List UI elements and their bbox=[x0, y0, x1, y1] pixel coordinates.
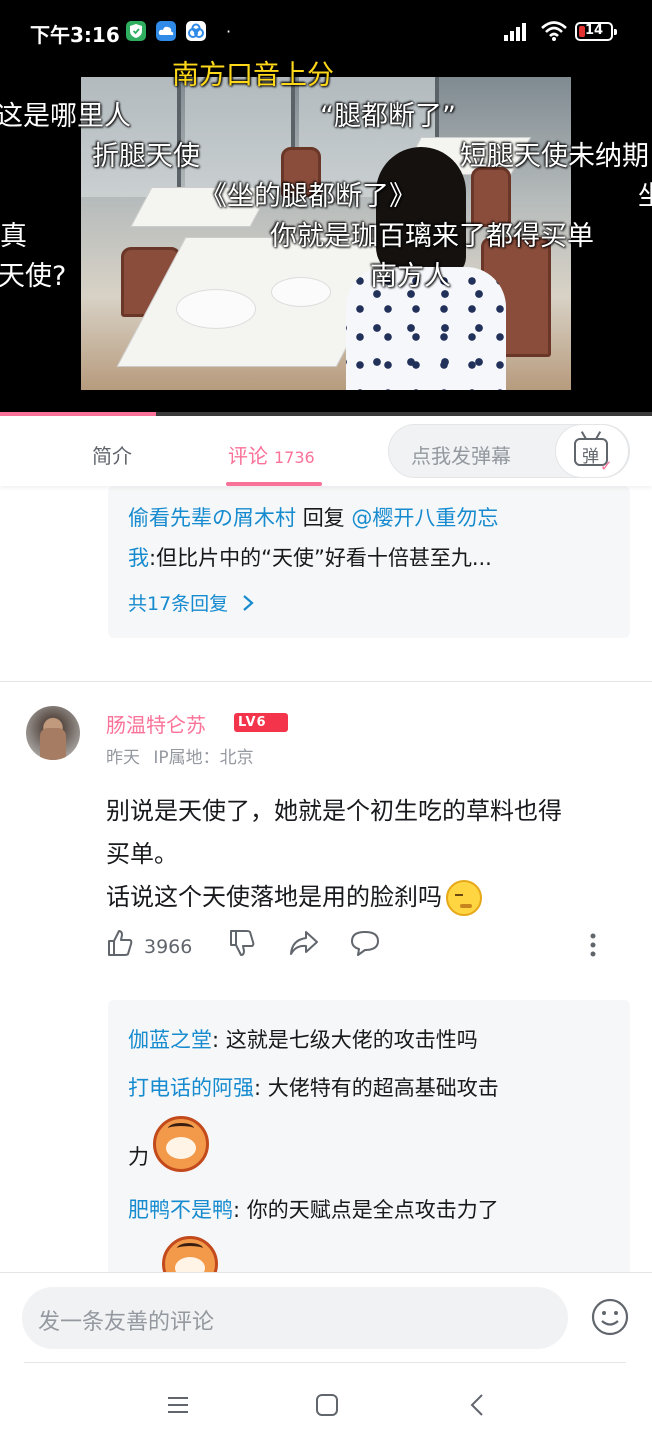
comment-input-bar: 发一条友善的评论 bbox=[0, 1272, 652, 1362]
comment-text-line: 话说这个天使落地是用的脸刹吗 bbox=[106, 876, 626, 919]
danmaku-input-placeholder: 点我发弹幕 bbox=[411, 444, 511, 468]
status-time: 下午3:16 bbox=[30, 23, 120, 47]
reply-text: :但比片中的“天使”好看十倍甚至九... bbox=[149, 546, 492, 570]
reply-item: 打电话的阿强: 大佬特有的超高基础攻击 bbox=[128, 1072, 499, 1102]
share-button[interactable] bbox=[288, 928, 320, 962]
link-app-icon bbox=[186, 21, 206, 41]
reply-preview-box[interactable]: 偷看先辈の屑木村 回复 @樱开八重勿忘 我:但比片中的“天使”好看十倍甚至九..… bbox=[108, 486, 630, 638]
danmaku-toggle-button[interactable]: 弹 ✓ bbox=[555, 424, 629, 478]
avatar[interactable] bbox=[26, 706, 80, 760]
comment-text-line: 买单。 bbox=[106, 840, 178, 868]
reply-text: : 你的天赋点是全点攻击力了 bbox=[233, 1198, 499, 1222]
thumbs-up-icon bbox=[108, 930, 133, 956]
comment-meta: 昨天 IP属地：北京 bbox=[106, 743, 254, 768]
more-options-button[interactable] bbox=[586, 932, 600, 964]
check-icon: ✓ bbox=[600, 457, 613, 475]
danmaku-comment: 你就是珈百璃来了都得买单 bbox=[270, 221, 594, 252]
comment-text: 别说是天使了，她就是个初生吃的草料也得 买单。 话说这个天使落地是用的脸刹吗 bbox=[106, 790, 626, 919]
tiger-sticker-icon bbox=[153, 1116, 209, 1172]
reply-text: : 大佬特有的超高基础攻击 bbox=[254, 1076, 499, 1100]
thumbs-down-icon bbox=[230, 930, 255, 956]
plate bbox=[176, 289, 256, 329]
smirk-emoji-icon bbox=[446, 880, 482, 916]
danmaku-comment: 天使? bbox=[0, 261, 67, 292]
comment-time: 昨天 bbox=[106, 748, 140, 768]
shield-app-icon bbox=[126, 21, 146, 41]
menu-icon bbox=[168, 1397, 188, 1413]
danmaku-comment: 真 bbox=[0, 221, 27, 252]
danmaku-comment: 短腿天使未纳期 bbox=[460, 141, 649, 172]
more-vertical-icon bbox=[590, 933, 596, 957]
signal-icon bbox=[504, 21, 532, 45]
reply-preview-box[interactable]: 伽蓝之堂: 这就是七级大佬的攻击性吗 打电话的阿强: 大佬特有的超高基础攻击 力… bbox=[108, 1000, 630, 1290]
comment-divider bbox=[0, 681, 652, 682]
danmaku-comment: 坐 bbox=[638, 181, 652, 212]
reply-word: 回复 bbox=[302, 506, 345, 530]
battery-icon: 14 bbox=[575, 22, 617, 41]
danmaku-comment: 南方口音上分 bbox=[172, 60, 334, 91]
reply-mention[interactable]: @樱开八重勿忘 bbox=[351, 506, 498, 530]
video-player[interactable]: 下午3:16 · 14 南方口音上分 这是哪里人 “腿都断了” 折腿天使 短腿天… bbox=[0, 0, 652, 416]
comment-bubble-icon bbox=[351, 931, 379, 956]
reply-line: 偷看先辈の屑木村 回复 @樱开八重勿忘 bbox=[128, 502, 498, 532]
reply-button[interactable] bbox=[350, 928, 380, 962]
more-replies-link[interactable]: 共17条回复 bbox=[128, 589, 256, 616]
back-button[interactable] bbox=[466, 1393, 490, 1421]
recent-apps-button[interactable] bbox=[166, 1393, 190, 1421]
like-count: 3966 bbox=[144, 936, 193, 958]
reply-username[interactable]: 我 bbox=[128, 546, 149, 570]
like-button[interactable] bbox=[106, 928, 134, 962]
comment-author[interactable]: 肠温特仑苏 bbox=[106, 709, 206, 738]
home-square-icon bbox=[316, 1394, 338, 1416]
status-dot: · bbox=[226, 22, 232, 41]
reply-line: 我:但比片中的“天使”好看十倍甚至九... bbox=[128, 542, 492, 572]
reply-item-continued: 力 bbox=[128, 1116, 209, 1172]
reply-username[interactable]: 偷看先辈の屑木村 bbox=[128, 506, 296, 530]
dislike-button[interactable] bbox=[228, 928, 256, 962]
danmaku-comment: 这是哪里人 bbox=[0, 101, 131, 132]
comment-input[interactable]: 发一条友善的评论 bbox=[22, 1287, 568, 1349]
danmaku-comment: 折腿天使 bbox=[92, 141, 200, 172]
system-nav-bar bbox=[0, 1363, 652, 1449]
tab-comments-label: 评论 bbox=[228, 444, 268, 468]
danmaku-comment: 南方人 bbox=[370, 261, 451, 292]
danmaku-comment: “腿都断了” bbox=[320, 101, 456, 132]
tab-intro[interactable]: 简介 bbox=[92, 440, 132, 469]
back-chevron-icon bbox=[470, 1394, 483, 1416]
danmaku-input[interactable]: 点我发弹幕 弹 ✓ bbox=[388, 424, 630, 478]
comment-count: 1736 bbox=[274, 448, 315, 467]
level-badge: LV6 bbox=[234, 713, 288, 732]
ip-location: IP属地：北京 bbox=[153, 748, 254, 768]
emoji-button[interactable] bbox=[590, 1297, 630, 1341]
plate bbox=[271, 277, 331, 307]
reply-item: 肥鸭不是鸭: 你的天赋点是全点攻击力了 bbox=[128, 1194, 499, 1224]
wifi-icon bbox=[540, 20, 568, 46]
reply-text: 力 bbox=[128, 1145, 149, 1169]
reply-username[interactable]: 打电话的阿强 bbox=[128, 1076, 254, 1100]
more-replies-label: 共17条回复 bbox=[128, 593, 229, 615]
tab-active-indicator bbox=[226, 482, 322, 486]
cloud-app-icon bbox=[156, 21, 176, 41]
share-icon bbox=[290, 931, 318, 955]
reply-username[interactable]: 肥鸭不是鸭 bbox=[128, 1198, 233, 1222]
reply-item: 伽蓝之堂: 这就是七级大佬的攻击性吗 bbox=[128, 1024, 478, 1054]
chevron-right-icon bbox=[243, 595, 254, 611]
comment-text-line: 别说是天使了，她就是个初生吃的草料也得 bbox=[106, 797, 562, 825]
danmaku-button-glyph: 弹 bbox=[582, 447, 599, 467]
comment-input-placeholder: 发一条友善的评论 bbox=[38, 1310, 215, 1335]
danmaku-comment: 《坐的腿都断了》 bbox=[200, 181, 416, 212]
emoji-smile-icon bbox=[591, 1298, 629, 1336]
battery-level: 14 bbox=[585, 23, 604, 38]
reply-text: : 这就是七级大佬的攻击性吗 bbox=[212, 1028, 478, 1052]
comment-actions: 3966 bbox=[0, 928, 652, 968]
reply-username[interactable]: 伽蓝之堂 bbox=[128, 1028, 212, 1052]
home-button[interactable] bbox=[315, 1393, 339, 1421]
tab-comments[interactable]: 评论 1736 bbox=[228, 440, 315, 469]
